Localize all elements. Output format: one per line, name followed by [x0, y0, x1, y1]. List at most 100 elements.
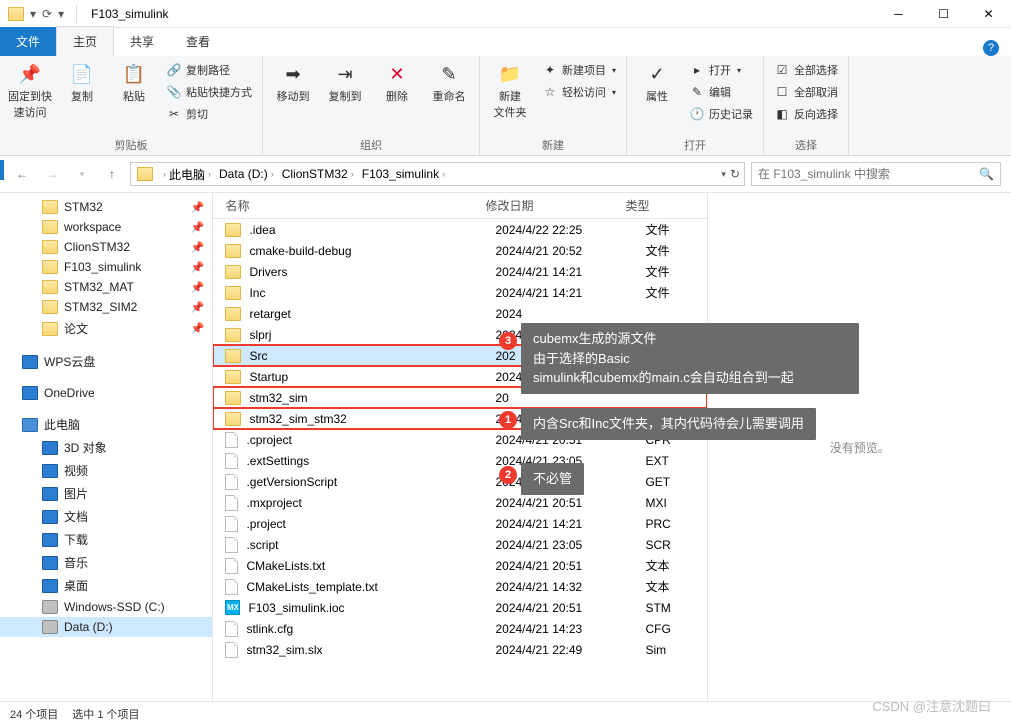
- annotation-1: 内含Src和Inc文件夹，其内代码待会儿需要调用: [521, 408, 816, 440]
- tree-item[interactable]: Data (D:): [0, 617, 212, 637]
- col-name[interactable]: 名称: [225, 197, 485, 214]
- file-icon: [225, 495, 238, 511]
- file-row[interactable]: retarget2024: [213, 303, 707, 324]
- addr-dropdown-icon[interactable]: ▾: [721, 169, 726, 180]
- newfolder-button[interactable]: 📁新建 文件夹: [486, 60, 534, 122]
- search-input[interactable]: [752, 167, 973, 181]
- breadcrumb-seg[interactable]: ClionSTM32›: [278, 167, 358, 181]
- file-row[interactable]: stlink.cfg2024/4/21 14:23CFG: [213, 618, 707, 639]
- tree-item[interactable]: STM32_MAT📌: [0, 277, 212, 297]
- refresh-icon[interactable]: ↻: [730, 167, 740, 181]
- tab-view[interactable]: 查看: [170, 27, 226, 56]
- breadcrumb-seg[interactable]: Data (D:)›: [215, 167, 278, 181]
- folder-icon: [8, 7, 24, 21]
- file-icon: [225, 579, 238, 595]
- file-row[interactable]: .script2024/4/21 23:05SCR: [213, 534, 707, 555]
- edit-button[interactable]: ✎编辑: [685, 82, 757, 102]
- properties-button[interactable]: ✓属性: [633, 60, 681, 106]
- tree-item[interactable]: 论文📌: [0, 317, 212, 340]
- refresh-icon[interactable]: ⟳: [42, 7, 52, 21]
- breadcrumb-seg[interactable]: ›此电脑›: [159, 166, 215, 183]
- recent-dropdown[interactable]: ▾: [70, 162, 94, 186]
- minimize-button[interactable]: ─: [876, 0, 921, 28]
- tree-item[interactable]: 图片: [0, 482, 212, 505]
- tree-item[interactable]: ClionSTM32📌: [0, 237, 212, 257]
- tree-item[interactable]: workspace📌: [0, 217, 212, 237]
- maximize-button[interactable]: ☐: [921, 0, 966, 28]
- tab-file[interactable]: 文件: [0, 27, 56, 56]
- rename-button[interactable]: ✎重命名: [425, 60, 473, 106]
- paste-button[interactable]: 📋粘贴: [110, 60, 158, 106]
- tree-item[interactable]: 桌面: [0, 574, 212, 597]
- file-row[interactable]: cmake-build-debug2024/4/21 20:52文件: [213, 240, 707, 261]
- address-bar[interactable]: ›此电脑› Data (D:)› ClionSTM32› F103_simuli…: [130, 162, 745, 186]
- moveto-button[interactable]: ➡移动到: [269, 60, 317, 106]
- file-row[interactable]: .getVersionScript2024/4/21 23:05GET: [213, 471, 707, 492]
- search-icon[interactable]: 🔍: [973, 167, 1000, 181]
- file-row[interactable]: MXF103_simulink.ioc2024/4/21 20:51STM: [213, 597, 707, 618]
- pin-button[interactable]: 📌固定到快 速访问: [6, 60, 54, 122]
- file-row[interactable]: CMakeLists.txt2024/4/21 20:51文本: [213, 555, 707, 576]
- tree-item[interactable]: 此电脑: [0, 413, 212, 436]
- open-button[interactable]: ▸打开▾: [685, 60, 757, 80]
- file-icon: [225, 453, 238, 469]
- history-button[interactable]: 🕐历史记录: [685, 104, 757, 124]
- file-icon: [225, 432, 238, 448]
- tree-item[interactable]: 音乐: [0, 551, 212, 574]
- easyaccess-button[interactable]: ☆轻松访问▾: [538, 82, 620, 102]
- folder-icon: [42, 487, 58, 501]
- chevron-icon[interactable]: ▾: [58, 7, 64, 21]
- forward-button[interactable]: →: [40, 162, 64, 186]
- help-icon[interactable]: ?: [983, 40, 999, 56]
- file-row[interactable]: stm32_sim.slx2024/4/21 22:49Sim: [213, 639, 707, 660]
- column-headers[interactable]: 名称 修改日期 类型: [213, 193, 707, 219]
- selectall-button[interactable]: ☑全部选择: [770, 60, 842, 80]
- tree-item[interactable]: 3D 对象: [0, 436, 212, 459]
- file-row[interactable]: .extSettings2024/4/21 23:05EXT: [213, 450, 707, 471]
- tree-item[interactable]: 文档: [0, 505, 212, 528]
- tree-item[interactable]: F103_simulink📌: [0, 257, 212, 277]
- copy-button[interactable]: 📄复制: [58, 60, 106, 106]
- folder-icon: [22, 386, 38, 400]
- selectnone-button[interactable]: ☐全部取消: [770, 82, 842, 102]
- folder-icon: [42, 200, 58, 214]
- folder-icon: [22, 418, 38, 432]
- tree-item[interactable]: 视频: [0, 459, 212, 482]
- file-row[interactable]: CMakeLists_template.txt2024/4/21 14:32文本: [213, 576, 707, 597]
- down-icon[interactable]: ▾: [30, 7, 36, 21]
- up-button[interactable]: ↑: [100, 162, 124, 186]
- col-date[interactable]: 修改日期: [485, 197, 625, 214]
- file-row[interactable]: Drivers2024/4/21 14:21文件: [213, 261, 707, 282]
- folder-icon: [225, 265, 241, 279]
- pin-icon: 📌: [191, 301, 205, 314]
- tab-share[interactable]: 共享: [114, 27, 170, 56]
- copyto-button[interactable]: ⇥复制到: [321, 60, 369, 106]
- file-row[interactable]: .project2024/4/21 14:21PRC: [213, 513, 707, 534]
- newitem-button[interactable]: ✦新建项目▾: [538, 60, 620, 80]
- search-box[interactable]: 🔍: [751, 162, 1001, 186]
- tree-item[interactable]: 下载: [0, 528, 212, 551]
- back-button[interactable]: ←: [10, 162, 34, 186]
- delete-button[interactable]: ✕删除: [373, 60, 421, 106]
- cut-button[interactable]: ✂剪切: [162, 104, 256, 124]
- breadcrumb-seg[interactable]: F103_simulink›: [358, 167, 449, 181]
- tab-home[interactable]: 主页: [56, 26, 114, 56]
- pin-icon: 📌: [191, 221, 205, 234]
- tree-item[interactable]: STM32_SIM2📌: [0, 297, 212, 317]
- tree-item[interactable]: WPS云盘: [0, 350, 212, 373]
- folder-icon: [42, 600, 58, 614]
- nav-tree[interactable]: STM32📌workspace📌ClionSTM32📌F103_simulink…: [0, 193, 213, 701]
- tree-item[interactable]: STM32📌: [0, 197, 212, 217]
- close-button[interactable]: ✕: [966, 0, 1011, 28]
- file-row[interactable]: .idea2024/4/22 22:25文件: [213, 219, 707, 240]
- col-type[interactable]: 类型: [625, 197, 675, 214]
- folder-icon: [22, 355, 38, 369]
- file-row[interactable]: Inc2024/4/21 14:21文件: [213, 282, 707, 303]
- copypath-button[interactable]: 🔗复制路径: [162, 60, 256, 80]
- file-row[interactable]: .mxproject2024/4/21 20:51MXI: [213, 492, 707, 513]
- annotation-dot-3: 3: [499, 332, 517, 350]
- pasteshortcut-button[interactable]: 📎粘贴快捷方式: [162, 82, 256, 102]
- invert-button[interactable]: ◧反向选择: [770, 104, 842, 124]
- tree-item[interactable]: OneDrive: [0, 383, 212, 403]
- tree-item[interactable]: Windows-SSD (C:): [0, 597, 212, 617]
